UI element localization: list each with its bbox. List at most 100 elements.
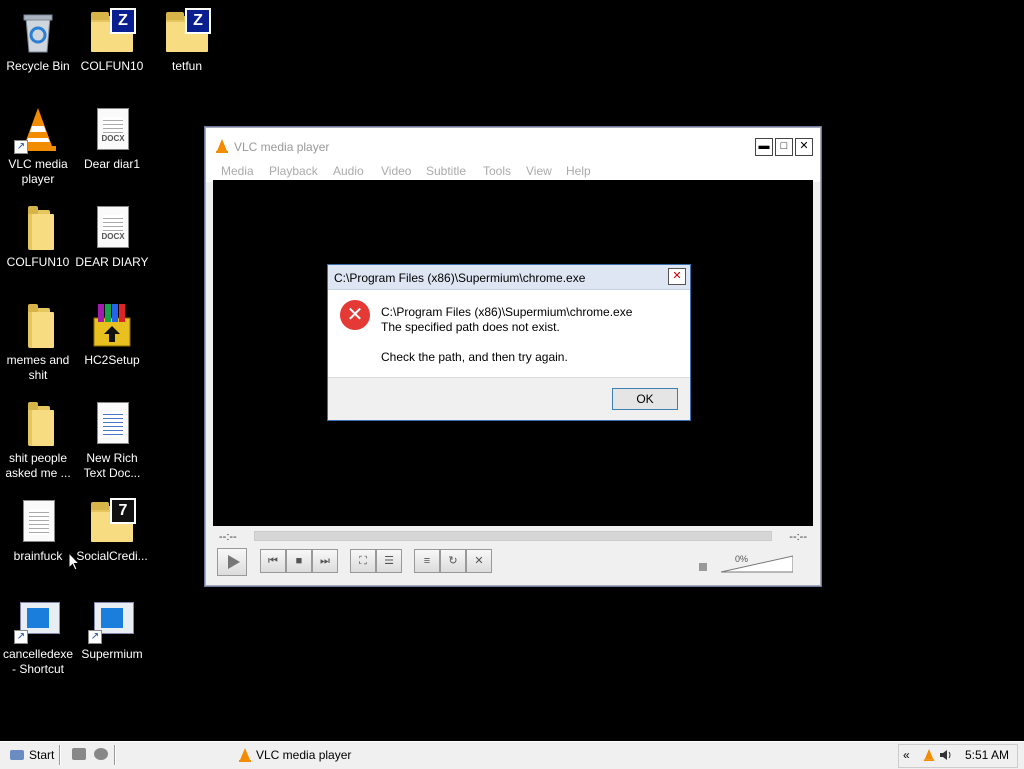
taskbar-separator [114,745,116,765]
folder-icon [14,400,62,448]
loop-button[interactable]: ↻ [440,549,466,573]
compressed-folder-icon: Z [88,8,136,56]
desktop-icon-recycle-bin[interactable]: Recycle Bin [0,8,76,74]
elapsed-time: --:-- [219,531,237,543]
desktop-icon-dear-diary[interactable]: DOCX DEAR DIARY [74,204,150,270]
desktop-icon-socialcredi[interactable]: 7 SocialCredi... [74,498,150,564]
desktop-icon-label: memes and shit [6,353,70,382]
desktop-icon-label: COLFUN10 [80,59,144,73]
previous-button[interactable]: ⏮ [260,549,286,573]
next-button[interactable]: ⏭ [312,549,338,573]
message-error: The specified path does not exist. [381,320,560,334]
play-button[interactable] [217,548,247,576]
application-window-icon: ↗ [14,596,62,644]
speaker-icon[interactable] [939,749,953,761]
message-hint: Check the path, and then try again. [381,350,568,364]
desktop-icon-label: COLFUN10 [6,255,70,269]
quick-launch-icon[interactable] [94,748,108,760]
extended-settings-button[interactable]: ☰ [376,549,402,573]
dialog-footer: OK [328,377,690,420]
taskbar-separator [59,745,61,765]
maximize-button[interactable]: □ [775,138,793,156]
vlc-cone-icon: ↗ [14,106,62,154]
show-desktop-icon[interactable] [72,748,86,760]
vlc-tray-icon[interactable] [923,749,935,761]
speaker-icon[interactable] [699,563,707,571]
desktop-icon-dear-diar1[interactable]: DOCX Dear diar1 [74,106,150,172]
rich-text-file-icon [88,400,136,448]
menu-view[interactable]: View [526,164,552,178]
desktop-icon-supermium[interactable]: ↗ Supermium [74,596,150,662]
desktop-icon-label: DEAR DIARY [75,255,149,269]
mouse-cursor-icon [68,551,81,575]
shuffle-button[interactable]: ✕ [466,549,492,573]
desktop-icon-colfun10-folder[interactable]: COLFUN10 [0,204,76,270]
stop-button[interactable]: ■ [286,549,312,573]
desktop-icon-label: SocialCredi... [76,549,148,563]
installer-box-icon [88,302,136,350]
tray-expand-button[interactable]: « [903,748,910,762]
folder-icon [14,302,62,350]
docx-file-icon: DOCX [88,204,136,252]
dialog-close-button[interactable]: ✕ [668,268,686,285]
ok-button[interactable]: OK [612,388,678,410]
folder-icon [14,204,62,252]
desktop-icon-label: cancelledexe - Shortcut [2,647,74,676]
taskbar-button-label: VLC media player [256,748,352,762]
desktop-icon-shit-people-asked[interactable]: shit people asked me ... [0,400,76,481]
error-dialog: C:\Program Files (x86)\Supermium\chrome.… [327,264,691,421]
desktop-icon-label: Recycle Bin [6,59,70,73]
volume-slider[interactable] [721,555,793,573]
dialog-title: C:\Program Files (x86)\Supermium\chrome.… [334,271,586,285]
system-tray: « 5:51 AM [898,744,1018,768]
desktop-icon-label: New Rich Text Doc... [83,451,141,480]
vlc-cone-icon [239,748,251,762]
desktop-icon-new-rich-text[interactable]: New Rich Text Doc... [74,400,150,481]
vlc-window-title: VLC media player [234,140,330,154]
start-button[interactable]: Start [7,746,57,764]
vlc-cone-icon [215,139,229,156]
menu-subtitle[interactable]: Subtitle [426,164,466,178]
taskbar: Start VLC media player « 5:51 AM [0,741,1024,769]
desktop-icon-label: brainfuck [13,549,63,563]
menu-media[interactable]: Media [221,164,254,178]
desktop-icon-memes-and-shit[interactable]: memes and shit [0,302,76,383]
menu-playback[interactable]: Playback [269,164,318,178]
close-button[interactable]: ✕ [795,138,813,156]
desktop-icon-vlc[interactable]: ↗ VLC media player [0,106,76,187]
desktop-icon-label: shit people asked me ... [5,451,71,480]
desktop-icon-label: Dear diar1 [83,157,141,171]
docx-file-icon: DOCX [88,106,136,154]
clock[interactable]: 5:51 AM [965,748,1009,762]
shortcut-arrow-icon: ↗ [14,630,28,644]
menu-video[interactable]: Video [381,164,411,178]
7zip-archive-icon: 7 [88,498,136,546]
vlc-title-bar[interactable]: VLC media player ▬ □ ✕ [206,128,820,164]
desktop-icon-label: tetfun [171,59,203,73]
minimize-button[interactable]: ▬ [755,138,773,156]
menu-help[interactable]: Help [566,164,591,178]
desktop-icon-colfun10-zip[interactable]: Z COLFUN10 [74,8,150,74]
desktop-icon-label: HC2Setup [84,353,140,367]
compressed-folder-icon: Z [163,8,211,56]
desktop-icon-hc2setup[interactable]: HC2Setup [74,302,150,368]
fullscreen-button[interactable]: ⛶ [350,549,376,573]
dialog-message: C:\Program Files (x86)\Supermium\chrome.… [381,305,632,365]
dialog-title-bar[interactable]: C:\Program Files (x86)\Supermium\chrome.… [328,265,690,290]
desktop-icon-label: Supermium [81,647,143,661]
application-window-icon: ↗ [88,596,136,644]
menu-audio[interactable]: Audio [333,164,364,178]
desktop-icon-cancelledexe-shortcut[interactable]: ↗ cancelledexe - Shortcut [0,596,76,677]
shortcut-arrow-icon: ↗ [14,140,28,154]
desktop-icon-brainfuck[interactable]: brainfuck [0,498,76,564]
recycle-bin-icon [14,8,62,56]
error-icon: ✕ [340,300,370,330]
desktop-icon-tetfun[interactable]: Z tetfun [149,8,225,74]
seek-bar[interactable] [254,531,772,541]
message-path: C:\Program Files (x86)\Supermium\chrome.… [381,305,633,319]
total-time: --:-- [789,531,807,543]
desktop-icon-label: VLC media player [8,157,68,186]
menu-tools[interactable]: Tools [483,164,511,178]
playlist-button[interactable]: ≡ [414,549,440,573]
taskbar-button-vlc[interactable]: VLC media player [236,746,351,764]
